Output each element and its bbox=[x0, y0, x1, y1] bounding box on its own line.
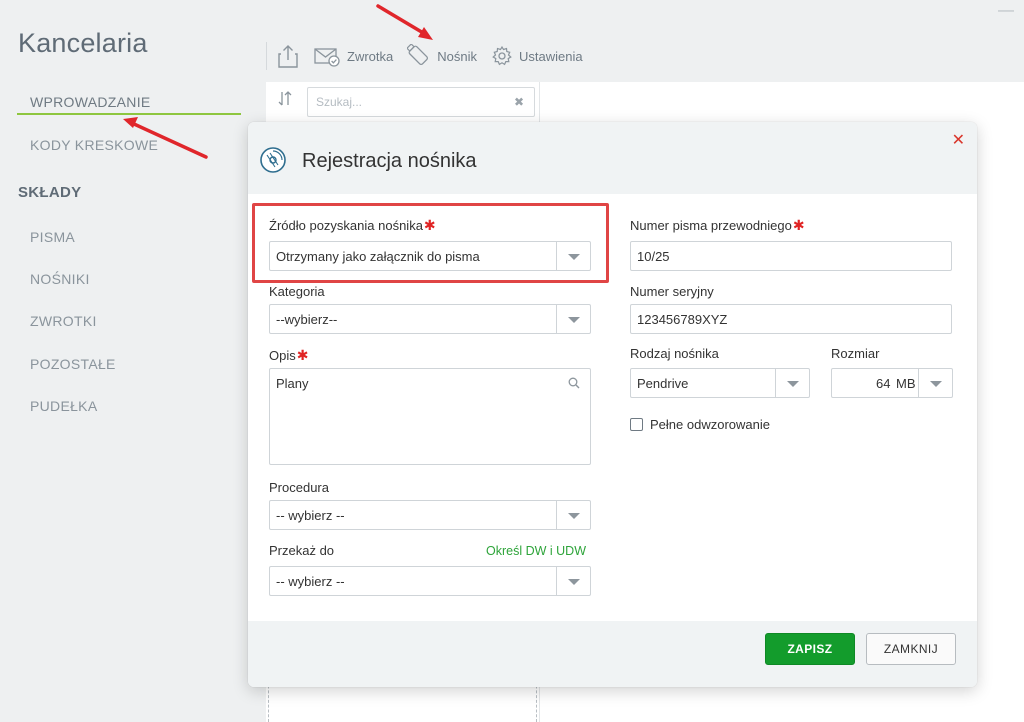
source-label: Źródło pozyskania nośnika✱ bbox=[269, 217, 436, 234]
sidebar-item-pudelka[interactable]: PUDEŁKA bbox=[30, 398, 97, 414]
sort-icon[interactable] bbox=[276, 88, 296, 110]
zwrotka-button[interactable]: Zwrotka bbox=[313, 45, 393, 67]
description-textarea[interactable]: Plany bbox=[269, 368, 591, 465]
forward-to-select[interactable]: -- wybierz -- bbox=[269, 566, 591, 596]
required-marker: ✱ bbox=[423, 217, 436, 233]
source-select[interactable]: Otrzymany jako załącznik do pisma bbox=[269, 241, 591, 271]
size-label: Rozmiar bbox=[831, 346, 880, 361]
usb-drive-icon bbox=[407, 44, 429, 66]
forward-to-label: Przekaż do bbox=[269, 543, 335, 558]
ustawienia-label: Ustawienia bbox=[518, 48, 583, 64]
size-unit: MB bbox=[896, 376, 916, 391]
sidebar-section-sklady: SKŁADY bbox=[18, 184, 82, 201]
export-icon bbox=[278, 45, 298, 68]
cover-letter-number-input[interactable]: 10/25 bbox=[630, 241, 952, 271]
size-value: 64 bbox=[876, 376, 891, 391]
envelope-check-icon bbox=[314, 48, 340, 67]
close-icon[interactable]: ✕ bbox=[952, 130, 965, 150]
nosnik-label: Nośnik bbox=[437, 48, 477, 64]
chevron-down-icon[interactable] bbox=[556, 567, 590, 595]
annotation-arrow-toolbar bbox=[376, 4, 433, 40]
minimize-icon[interactable]: — bbox=[998, 2, 1014, 20]
description-label-text: Opis bbox=[269, 348, 296, 363]
serial-number-input[interactable]: 123456789XYZ bbox=[630, 304, 952, 334]
sidebar-item-kody-kreskowe[interactable]: KODY KRESKOWE bbox=[30, 137, 158, 153]
ustawienia-button[interactable]: Ustawienia bbox=[491, 45, 583, 67]
chevron-down-icon[interactable] bbox=[775, 369, 809, 397]
category-select-value: --wybierz-- bbox=[276, 312, 338, 327]
sidebar-item-pisma[interactable]: PISMA bbox=[30, 229, 75, 245]
cover-letter-number-label: Numer pisma przewodniego✱ bbox=[630, 217, 805, 234]
toolbar: Zwrotka Nośnik Ustawienia bbox=[262, 36, 597, 76]
search-field[interactable]: ✖ bbox=[307, 87, 535, 117]
nosnik-button[interactable]: Nośnik bbox=[407, 44, 477, 68]
size-select[interactable]: 64 MB bbox=[831, 368, 953, 398]
category-select[interactable]: --wybierz-- bbox=[269, 304, 591, 334]
procedure-label: Procedura bbox=[269, 480, 329, 495]
close-button[interactable]: ZAMKNIJ bbox=[866, 633, 956, 665]
full-mapping-label: Pełne odwzorowanie bbox=[650, 417, 770, 432]
medium-type-value: Pendrive bbox=[637, 376, 689, 391]
full-mapping-checkbox[interactable] bbox=[630, 418, 643, 431]
gear-icon bbox=[492, 45, 512, 66]
toolbar-divider bbox=[266, 42, 267, 70]
save-button[interactable]: ZAPISZ bbox=[765, 633, 855, 665]
sidebar: Kancelaria WPROWADZANIE KODY KRESKOWE SK… bbox=[0, 0, 262, 722]
sidebar-item-zwrotki[interactable]: ZWROTKI bbox=[30, 313, 97, 329]
zwrotka-label: Zwrotka bbox=[347, 48, 394, 64]
serial-number-value: 123456789XYZ bbox=[637, 312, 728, 327]
forward-to-select-value: -- wybierz -- bbox=[276, 574, 345, 589]
chevron-down-icon[interactable] bbox=[556, 501, 590, 529]
app-title: Kancelaria bbox=[18, 28, 148, 58]
category-label: Kategoria bbox=[269, 284, 325, 299]
dialog-header: Rejestracja nośnika ✕ bbox=[248, 122, 977, 194]
chevron-down-icon[interactable] bbox=[556, 242, 590, 270]
sidebar-item-wprowadzanie[interactable]: WPROWADZANIE bbox=[30, 94, 151, 110]
export-button[interactable] bbox=[277, 43, 299, 69]
chevron-down-icon[interactable] bbox=[556, 305, 590, 333]
source-label-text: Źródło pozyskania nośnika bbox=[269, 218, 423, 233]
sidebar-item-pozostale[interactable]: POZOSTAŁE bbox=[30, 356, 116, 372]
specify-dw-udw-link[interactable]: Określ DW i UDW bbox=[486, 544, 586, 558]
search-input[interactable] bbox=[308, 88, 498, 116]
sidebar-item-nosniki[interactable]: NOŚNIKI bbox=[30, 271, 90, 287]
clear-search-icon[interactable]: ✖ bbox=[514, 95, 524, 109]
medium-type-select[interactable]: Pendrive bbox=[630, 368, 810, 398]
procedure-select-value: -- wybierz -- bbox=[276, 508, 345, 523]
list-tools bbox=[276, 88, 296, 110]
required-marker: ✱ bbox=[296, 347, 309, 363]
source-select-value: Otrzymany jako załącznik do pisma bbox=[276, 249, 480, 264]
disc-icon bbox=[260, 147, 286, 173]
medium-type-label: Rodzaj nośnika bbox=[630, 346, 719, 361]
search-icon[interactable] bbox=[568, 377, 580, 389]
required-marker: ✱ bbox=[792, 217, 805, 233]
active-nav-underline bbox=[17, 113, 241, 115]
dialog-title: Rejestracja nośnika bbox=[302, 150, 477, 172]
procedure-select[interactable]: -- wybierz -- bbox=[269, 500, 591, 530]
cover-letter-number-value: 10/25 bbox=[637, 249, 670, 264]
chevron-down-icon[interactable] bbox=[918, 369, 952, 397]
description-label: Opis✱ bbox=[269, 347, 308, 364]
serial-number-label: Numer seryjny bbox=[630, 284, 714, 299]
cover-letter-number-label-text: Numer pisma przewodniego bbox=[630, 218, 792, 233]
description-value: Plany bbox=[276, 376, 309, 391]
